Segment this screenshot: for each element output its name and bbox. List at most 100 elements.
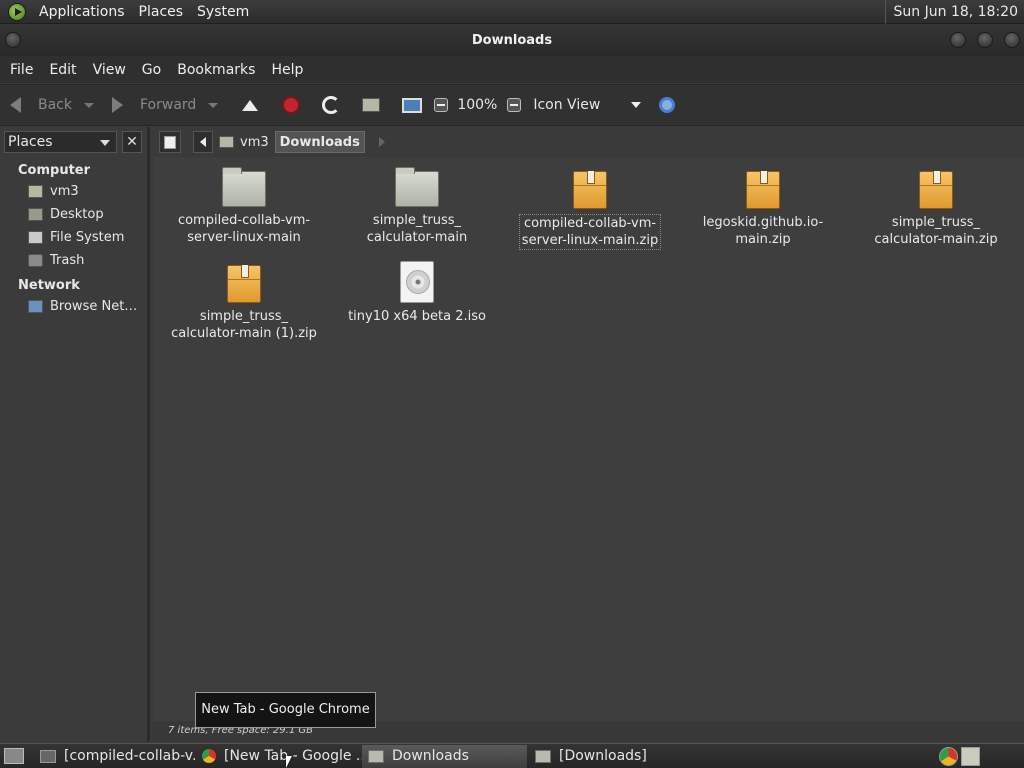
file-manager-launcher-icon[interactable] — [961, 747, 980, 766]
folder-icon — [222, 167, 266, 207]
close-sidebar-button[interactable]: ✕ — [122, 131, 142, 153]
distro-logo-icon[interactable] — [8, 2, 26, 21]
chrome-icon — [202, 749, 216, 763]
toggle-location-entry-button[interactable] — [159, 131, 181, 153]
up-button[interactable] — [242, 90, 259, 120]
file-item[interactable]: simple_truss_ calculator-main (1).zip — [169, 251, 319, 342]
sidebar-item-file-system[interactable]: File System — [0, 226, 147, 249]
toolbar: Back Forward 100% Icon View — [0, 84, 1024, 126]
file-label: compiled-collab-vm- server-linux-main.zi… — [518, 214, 662, 250]
view-mode-label: Icon View — [533, 97, 601, 113]
file-item[interactable]: simple_truss_ calculator-main — [342, 157, 492, 246]
folder-icon — [535, 749, 551, 763]
window-menu-icon[interactable] — [5, 32, 21, 48]
crumb-vm3[interactable]: vm3 — [215, 131, 273, 153]
search-button[interactable] — [659, 90, 676, 120]
sidebar-item-label: vm3 — [50, 184, 79, 199]
crumb-downloads[interactable]: Downloads — [274, 131, 365, 153]
system-menu[interactable]: System — [190, 4, 256, 20]
sidebar-item-browse-network[interactable]: Browse Net… — [0, 295, 147, 318]
computer-icon — [402, 97, 423, 113]
file-label: simple_truss_ calculator-main — [366, 213, 468, 245]
minimize-icon[interactable] — [950, 32, 966, 48]
stop-icon — [282, 96, 301, 114]
menubar: File Edit View Go Bookmarks Help — [0, 56, 1024, 83]
sidebar-item-vm3[interactable]: vm3 — [0, 180, 147, 203]
crumb-label: Downloads — [279, 134, 360, 150]
computer-button[interactable] — [402, 90, 423, 120]
menu-bookmarks[interactable]: Bookmarks — [169, 62, 263, 78]
sidebar-item-label: Desktop — [50, 207, 104, 222]
zoom-level[interactable]: 100% — [457, 90, 497, 120]
sidebar-section-network: Network — [18, 278, 80, 293]
forward-history-dropdown-icon[interactable] — [208, 102, 219, 108]
task-chrome[interactable]: [New Tab - Google ... — [196, 745, 362, 768]
reload-icon — [322, 96, 341, 114]
menu-file[interactable]: File — [2, 62, 41, 78]
zoom-in-icon — [507, 98, 522, 112]
file-item[interactable]: legoskid.github.io- main.zip — [688, 157, 838, 248]
menu-edit[interactable]: Edit — [41, 62, 84, 78]
reload-button[interactable] — [322, 90, 341, 120]
home-folder-icon — [362, 98, 381, 112]
file-item[interactable]: tiny10 x64 beta 2.iso — [342, 251, 492, 325]
mouse-cursor-icon — [286, 756, 292, 768]
system-tray — [936, 747, 980, 766]
folder-icon — [395, 167, 439, 207]
chevron-left-icon — [200, 137, 206, 147]
places-menu[interactable]: Places — [132, 4, 191, 20]
maximize-icon[interactable] — [977, 32, 993, 48]
trash-icon — [28, 254, 43, 267]
clock[interactable]: Sun Jun 18, 18:20 — [884, 0, 1018, 24]
window-title: Downloads — [471, 32, 553, 48]
path-scroll-right-icon[interactable] — [378, 137, 385, 147]
task-label: [New Tab - Google ... — [224, 748, 362, 764]
sidebar-section-computer: Computer — [18, 163, 91, 178]
close-window-icon[interactable] — [1004, 32, 1020, 48]
up-arrow-icon — [242, 99, 259, 111]
desktop-icon — [28, 208, 43, 221]
zoom-in-button[interactable] — [507, 90, 522, 120]
file-label: compiled-collab-vm- server-linux-main — [177, 213, 311, 245]
file-label: simple_truss_ calculator-main (1).zip — [171, 309, 317, 341]
folder-icon — [368, 749, 384, 763]
zoom-out-button[interactable] — [434, 90, 449, 120]
view-mode-select[interactable]: Icon View — [533, 90, 642, 120]
zoom-out-icon — [434, 98, 449, 112]
sidebar-item-desktop[interactable]: Desktop — [0, 203, 147, 226]
sidebar-mode-select[interactable]: Places — [4, 131, 117, 153]
task-downloads[interactable]: [Downloads] — [529, 745, 699, 768]
file-system-icon — [28, 231, 43, 244]
task-downloads-active[interactable]: Downloads — [362, 744, 527, 768]
file-item[interactable]: compiled-collab-vm- server-linux-main.zi… — [515, 157, 665, 250]
forward-arrow-icon — [112, 97, 123, 113]
forward-button[interactable]: Forward — [112, 90, 219, 120]
window-titlebar[interactable]: Downloads — [0, 24, 1024, 56]
stop-button[interactable] — [282, 90, 301, 120]
file-item[interactable]: compiled-collab-vm- server-linux-main — [169, 157, 319, 246]
location-bar: vm3 Downloads — [153, 127, 1024, 157]
back-history-dropdown-icon[interactable] — [84, 102, 94, 108]
file-icon-view[interactable]: compiled-collab-vm- server-linux-main si… — [153, 157, 1024, 721]
chevron-down-icon — [100, 140, 110, 146]
menu-help[interactable]: Help — [263, 62, 311, 78]
sidebar-item-trash[interactable]: Trash — [0, 249, 147, 272]
applications-menu[interactable]: Applications — [32, 4, 132, 20]
terminal-icon — [40, 749, 56, 763]
menu-go[interactable]: Go — [134, 62, 169, 78]
forward-label: Forward — [140, 97, 197, 113]
home-button[interactable] — [362, 90, 381, 120]
task-terminal[interactable]: [compiled-collab-v... — [34, 745, 196, 768]
home-folder-icon — [219, 136, 234, 148]
path-scroll-left-button[interactable] — [193, 131, 213, 153]
chrome-launcher-icon[interactable] — [939, 747, 958, 766]
file-item[interactable]: simple_truss_ calculator-main.zip — [861, 157, 1011, 248]
task-label: [Downloads] — [559, 748, 647, 764]
sidebar-item-label: Browse Net… — [50, 299, 138, 314]
menu-view[interactable]: View — [85, 62, 134, 78]
view-mode-dropdown-icon — [631, 102, 642, 108]
zip-archive-icon — [919, 171, 953, 209]
back-button[interactable]: Back — [10, 90, 94, 120]
file-label: simple_truss_ calculator-main.zip — [874, 215, 998, 247]
show-desktop-icon[interactable] — [4, 748, 24, 764]
